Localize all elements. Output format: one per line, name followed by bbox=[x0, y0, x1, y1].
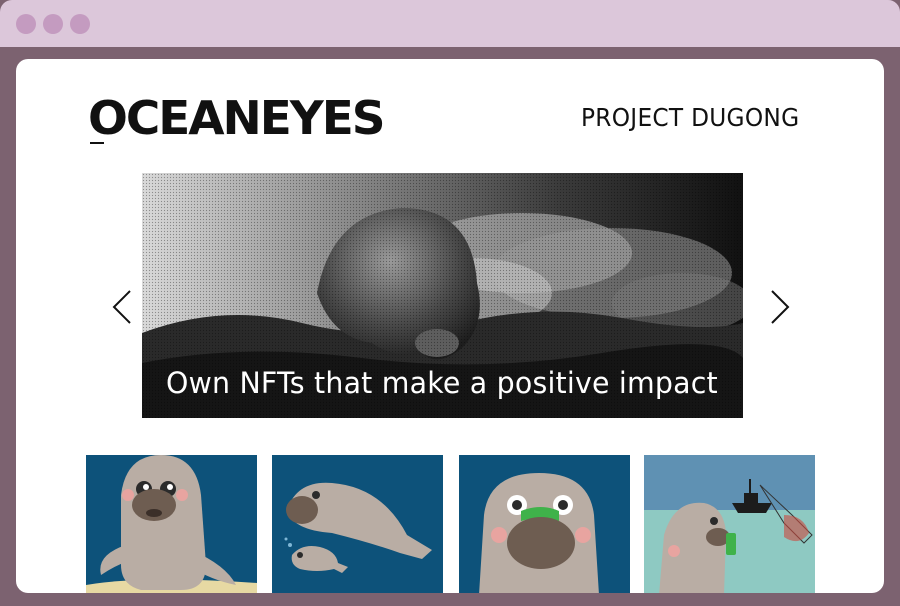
hero-caption: Own NFTs that make a positive impact bbox=[166, 366, 718, 400]
page-window: OCEANEYES PROJECT DUGONG Own NFTs that m… bbox=[16, 59, 884, 593]
site-logo[interactable]: OCEANEYES bbox=[88, 95, 386, 141]
gallery-item-dugong-fishing-boat[interactable] bbox=[644, 455, 815, 593]
gallery-item-dugong-green-mask[interactable] bbox=[459, 455, 630, 593]
minimize-window-dot[interactable] bbox=[43, 14, 63, 34]
carousel-prev-button[interactable] bbox=[108, 289, 138, 329]
dugong-boat-illustration bbox=[644, 455, 815, 593]
dugong-calf-illustration bbox=[272, 455, 443, 593]
browser-titlebar bbox=[0, 0, 900, 47]
dugong-mask-illustration bbox=[459, 455, 630, 593]
dugong-illustration bbox=[86, 455, 257, 593]
logo-underline bbox=[90, 142, 104, 144]
close-window-dot[interactable] bbox=[16, 14, 36, 34]
hero-slide[interactable]: Own NFTs that make a positive impact bbox=[142, 173, 743, 418]
gallery-item-dugong-with-calf[interactable] bbox=[272, 455, 443, 593]
maximize-window-dot[interactable] bbox=[70, 14, 90, 34]
gallery-item-dugong-smiling[interactable] bbox=[86, 455, 257, 593]
chevron-right-icon bbox=[771, 290, 790, 324]
project-dugong-link[interactable]: PROJECT DUGONG bbox=[581, 103, 799, 132]
chevron-left-icon bbox=[112, 290, 131, 324]
carousel-next-button[interactable] bbox=[764, 289, 794, 329]
